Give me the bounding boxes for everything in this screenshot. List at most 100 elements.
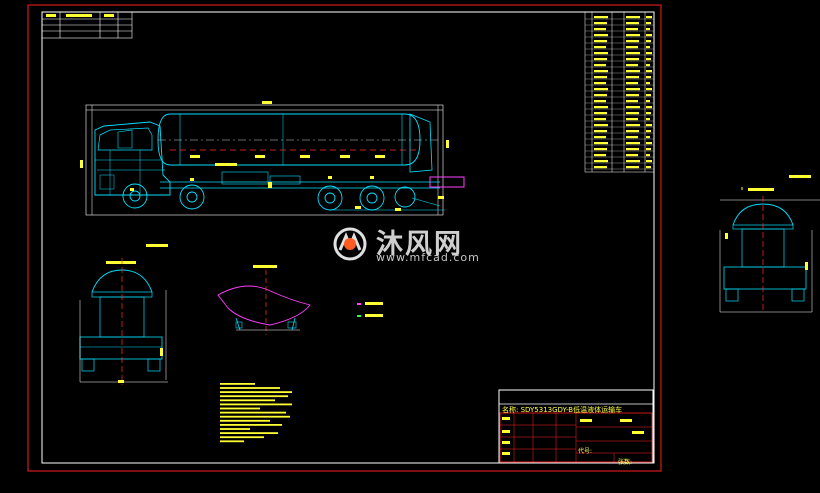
parts-row-text-mark (594, 136, 606, 139)
parts-row-text-mark (646, 148, 651, 151)
parts-row-text-mark (646, 52, 652, 55)
requirement-text-line (220, 432, 278, 434)
parts-row-text-mark (626, 22, 639, 25)
requirement-text-line (220, 391, 292, 393)
parts-row-text-mark (626, 16, 640, 19)
parts-row-text-mark (626, 58, 639, 61)
title-block (498, 389, 654, 464)
parts-row-text-mark (626, 136, 638, 139)
parts-row-text-mark (646, 28, 650, 31)
parts-row-text-mark (646, 88, 652, 91)
parts-row-text-mark (626, 88, 640, 91)
parts-row-text-mark (594, 148, 607, 151)
parts-row-text-mark (626, 76, 639, 79)
parts-row-text-mark (646, 154, 650, 157)
requirement-text-line (220, 440, 244, 443)
requirement-text-line (220, 383, 255, 385)
technical-requirements (220, 383, 292, 443)
parts-row-text-mark (646, 142, 652, 145)
tank-section-detail (217, 265, 383, 335)
parts-row-text-mark (594, 130, 607, 133)
parts-row-text-mark (594, 58, 607, 61)
parts-row-text-mark (626, 82, 638, 85)
parts-row-text-mark (646, 58, 651, 61)
cad-drawing-canvas: 沐风网 www.mfcad.com 名称: SDY5313GDY-B低温液体运输… (0, 0, 820, 489)
requirement-text-line (220, 436, 264, 439)
parts-row-text-mark (646, 46, 650, 49)
parts-row-text-mark (646, 112, 651, 115)
requirement-text-line (220, 403, 292, 406)
truck-rear-view (79, 258, 168, 385)
parts-row-text-mark (646, 130, 651, 133)
parts-row-text-mark (626, 70, 640, 73)
parts-row-text-mark (646, 70, 652, 73)
parts-row-text-mark (626, 64, 638, 67)
parts-row-text-mark (626, 112, 639, 115)
parts-row-text-mark (626, 148, 639, 151)
parts-row-text-mark (626, 34, 640, 37)
requirement-text-line (220, 407, 260, 410)
parts-row-text-mark (626, 124, 640, 127)
drawing-code-label: 代号: (578, 448, 593, 455)
parts-row-text-mark (646, 166, 651, 169)
sheet-count-label: 张数: (618, 459, 633, 466)
requirement-text-line (220, 424, 282, 426)
parts-row-text-mark (626, 94, 639, 97)
parts-row-text-mark (594, 88, 608, 91)
parts-row-text-mark (594, 76, 607, 79)
requirement-text-line (220, 399, 275, 402)
parts-row-text-mark (626, 28, 638, 31)
drawing-name: 名称: SDY5313GDY-B低温液体运输车 (502, 406, 623, 414)
parts-row-text-mark (646, 160, 652, 163)
parts-row-text-mark (594, 52, 608, 55)
parts-row-text-mark (646, 100, 650, 103)
requirement-text-line (220, 419, 270, 422)
requirement-text-line (220, 428, 250, 430)
parts-row-text-mark (594, 40, 607, 43)
parts-row-text-mark (594, 166, 607, 169)
parts-row-text-mark (646, 136, 650, 139)
cad-drawing (27, 4, 820, 472)
parts-row-text-mark (626, 100, 638, 103)
requirement-text-line (220, 411, 286, 414)
drawing-frame (41, 11, 655, 464)
parts-row-text-mark (626, 118, 638, 121)
parts-row-text-mark (646, 76, 651, 79)
parts-row-text-mark (594, 154, 606, 157)
parts-row-text-mark (594, 16, 608, 19)
parts-row-text-mark (626, 130, 639, 133)
requirement-text-line (220, 387, 280, 389)
parts-list-rows (585, 16, 654, 170)
sheet-border (27, 4, 662, 472)
parts-row-text-mark (646, 22, 651, 25)
parts-row-text-mark (646, 64, 650, 67)
parts-row-text-mark (646, 94, 651, 97)
parts-row-text-mark (626, 166, 639, 169)
parts-row-text-mark (594, 22, 607, 25)
parts-row-text-mark (594, 64, 606, 67)
parts-row-text-mark (594, 118, 606, 121)
parts-row-text-mark (594, 70, 608, 73)
requirement-text-line (220, 415, 290, 418)
parts-row-text-mark (626, 142, 640, 145)
parts-row-text-mark (594, 34, 608, 37)
parts-row-text-mark (594, 112, 607, 115)
parts-row-text-mark (594, 142, 608, 145)
parts-row-text-mark (626, 154, 638, 157)
parts-row-text-mark (626, 160, 640, 163)
parts-row-text-mark (646, 118, 650, 121)
top-left-code-table (41, 11, 133, 39)
truck-side-view (80, 101, 465, 247)
parts-row-text-mark (626, 106, 640, 109)
parts-row-text-mark (646, 34, 652, 37)
parts-row-text-mark (626, 46, 638, 49)
parts-row-text-mark (626, 40, 639, 43)
parts-row-text-mark (646, 106, 652, 109)
parts-row-text-mark (594, 124, 608, 127)
parts-row-text-mark (594, 106, 608, 109)
right-end-view (719, 175, 820, 313)
parts-row-text-mark (594, 94, 607, 97)
parts-row-text-mark (646, 16, 652, 19)
parts-row-text-mark (594, 28, 606, 31)
parts-row-text-mark (594, 46, 606, 49)
